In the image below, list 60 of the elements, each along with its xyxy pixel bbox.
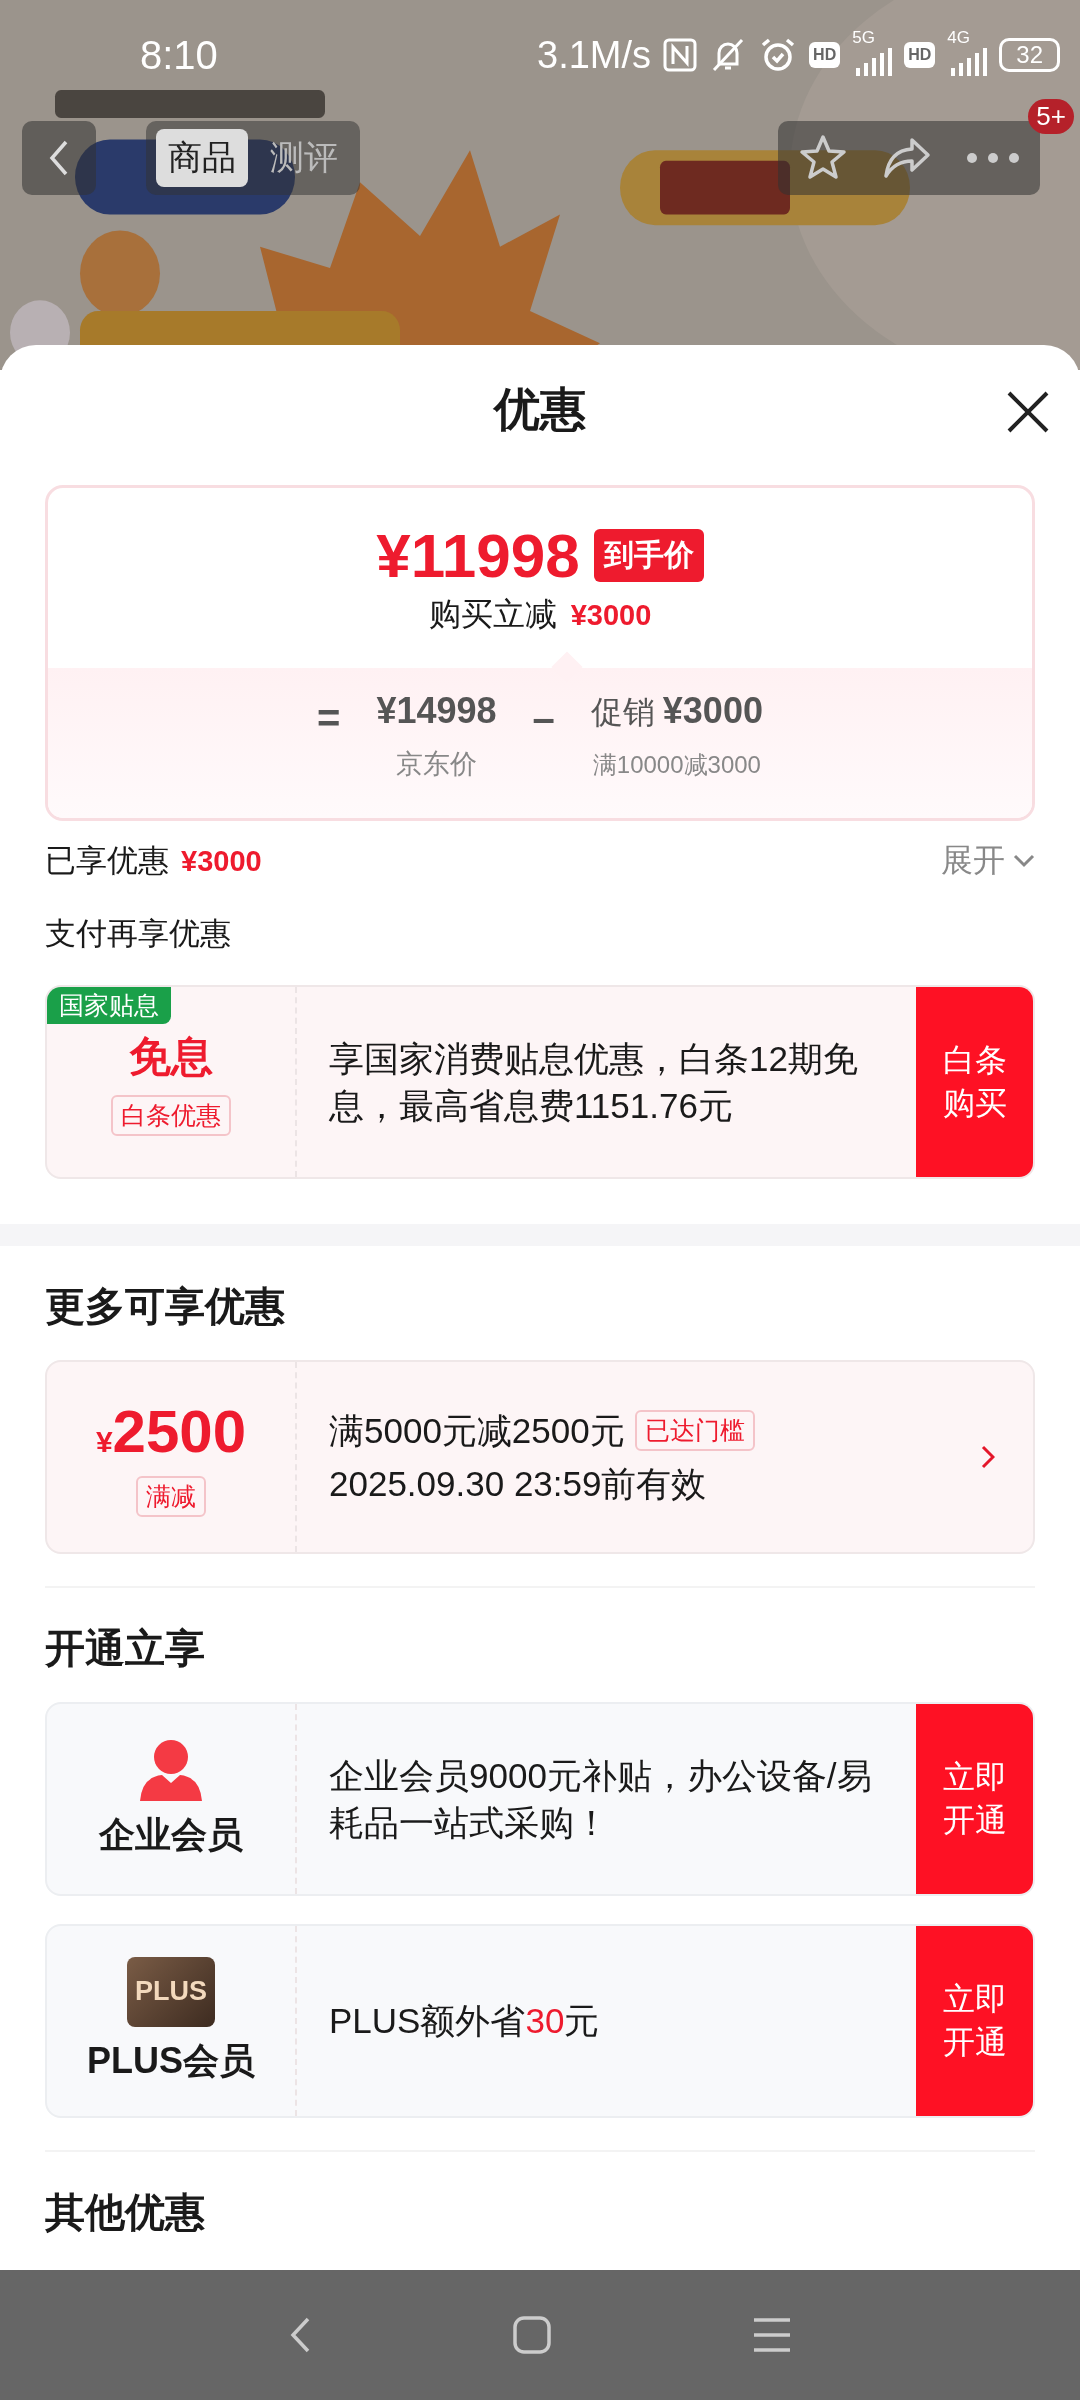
more-icon[interactable] xyxy=(966,151,1020,164)
person-icon xyxy=(138,1738,204,1801)
section-heading: 开通立享 xyxy=(45,1625,206,1672)
promo-amount: ¥3000 xyxy=(662,690,763,732)
nfc-icon xyxy=(663,38,698,72)
offer-tag: 国家贴息 xyxy=(47,987,171,1024)
back-button[interactable] xyxy=(22,120,96,195)
saving-label: 购买立减 xyxy=(428,594,557,634)
section-heading: 其他优惠 xyxy=(45,2189,206,2236)
network-type: 5G xyxy=(852,28,875,48)
close-icon[interactable] xyxy=(1006,390,1050,434)
promo-rule: 满10000减3000 xyxy=(592,750,761,780)
buy-button[interactable]: 白条购买 xyxy=(916,987,1033,1177)
membership-description: PLUS额外省30元 xyxy=(329,2000,601,2043)
join-button[interactable]: 立即开通 xyxy=(916,1704,1033,1894)
enjoyed-amount: ¥3000 xyxy=(181,845,262,878)
battery-indicator: 32 xyxy=(999,38,1060,72)
equals-sign: = xyxy=(317,695,341,741)
offer-card[interactable]: 国家贴息 免息 白条优惠 享国家消费贴息优惠，白条12期免息，最高省息费1151.76元 白条购买 xyxy=(45,985,1035,1179)
section-heading: 支付再享优惠 xyxy=(45,915,232,953)
network-type: 4G xyxy=(947,28,970,48)
offer-title: 免息 xyxy=(129,1031,213,1082)
chevron-right-icon[interactable] xyxy=(981,1445,995,1469)
share-icon[interactable] xyxy=(882,135,932,180)
jd-price-label: 京东价 xyxy=(396,748,477,781)
membership-name: PLUS会员 xyxy=(87,2038,255,2083)
membership-name: 企业会员 xyxy=(99,1812,243,1857)
sheet-title: 优惠 xyxy=(494,382,586,437)
join-button[interactable]: 立即开通 xyxy=(916,1926,1033,2116)
saving-amount: ¥3000 xyxy=(570,598,652,632)
network-speed: 3.1M/s xyxy=(537,33,652,77)
plus-logo-icon: PLUS xyxy=(127,1956,215,2027)
final-price: ¥11998 xyxy=(376,519,580,591)
currency-symbol: ¥ xyxy=(95,1425,113,1459)
membership-card[interactable]: PLUS PLUS会员 PLUS额外省30元 立即开通 xyxy=(45,1924,1035,2118)
coupon-validity: 2025.09.30 23:59前有效 xyxy=(329,1463,708,1505)
membership-card[interactable]: 企业会员 企业会员9000元补贴，办公设备/易耗品一站式采购！ 立即开通 xyxy=(45,1702,1035,1896)
coupon-card[interactable]: ¥2500 满减 满5000元减2500元 已达门槛 2025.09.30 23:59前有效 xyxy=(45,1360,1035,1554)
coupon-type: 满减 xyxy=(136,1476,206,1517)
tab[interactable]: 商品 xyxy=(156,128,248,187)
enjoyed-label: 已享优惠 xyxy=(45,842,169,880)
chevron-down-icon xyxy=(1013,854,1035,868)
offer-type: 白条优惠 xyxy=(111,1094,231,1136)
coupon-rule: 满5000元减2500元 xyxy=(329,1409,625,1452)
hd-badge: HD xyxy=(904,42,936,68)
back-icon[interactable] xyxy=(288,2315,312,2355)
membership-description: 企业会员9000元补贴，办公设备/易耗品一站式采购！ xyxy=(329,1754,873,1844)
expand-toggle[interactable]: 展开 xyxy=(941,839,1035,883)
menu-icon[interactable] xyxy=(752,2317,792,2353)
section-heading: 更多可享优惠 xyxy=(45,1283,286,1330)
offer-description: 享国家消费贴息优惠，白条12期免息，最高省息费1151.76元 xyxy=(329,1037,859,1127)
hd-badge: HD xyxy=(809,42,841,68)
status-time: 8:10 xyxy=(140,32,218,78)
home-icon[interactable] xyxy=(512,2315,552,2355)
coupon-amount: 2500 xyxy=(112,1397,247,1466)
minus-sign: – xyxy=(532,695,555,741)
jd-price: ¥14998 xyxy=(376,690,497,732)
coupon-status: 已达门槛 xyxy=(634,1409,755,1451)
price-tag: 到手价 xyxy=(593,528,704,582)
promo-label: 促销 xyxy=(590,693,655,732)
